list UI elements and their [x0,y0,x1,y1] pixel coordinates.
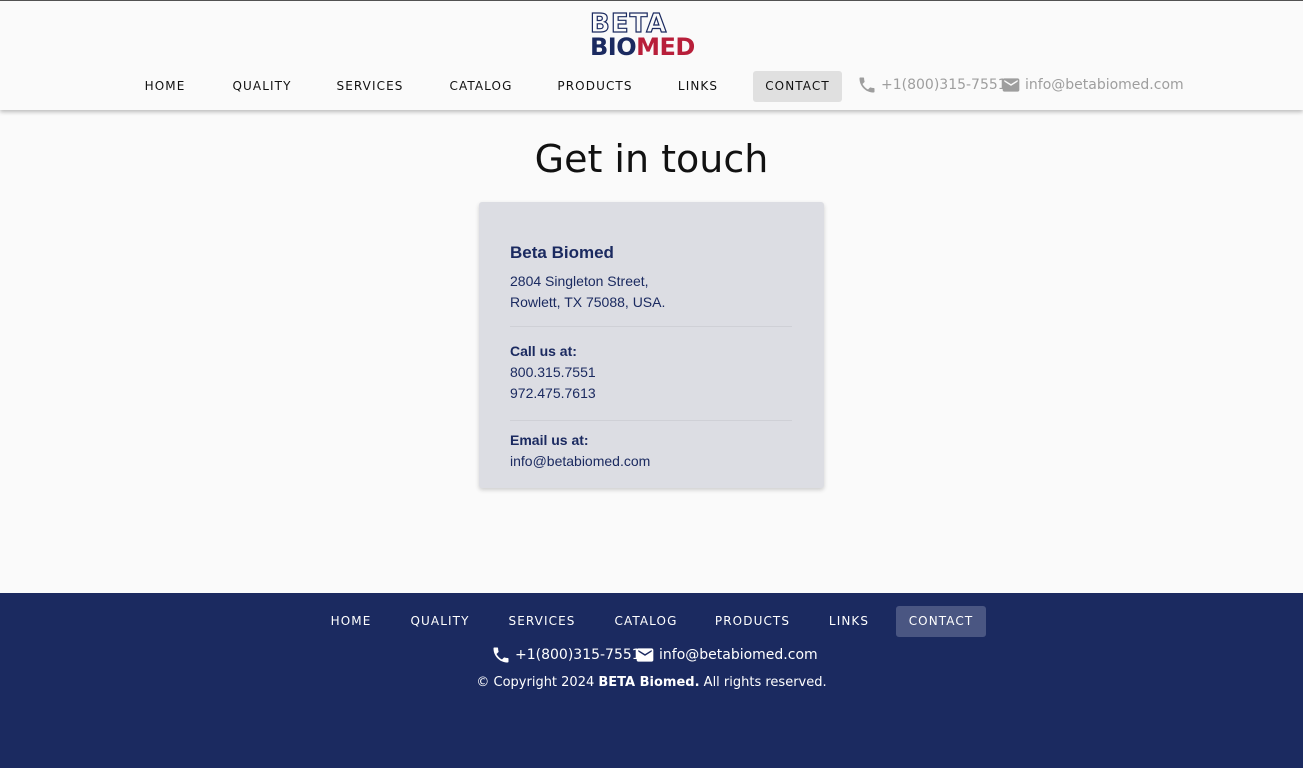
call-label: Call us at: [510,343,577,359]
footer-nav-services[interactable]: SERVICES [498,606,586,637]
email-icon [636,648,654,662]
nav-catalog[interactable]: CATALOG [438,71,524,102]
logo-beta-text: BETA [589,9,668,39]
address-line-1: 2804 Singleton Street, [510,273,649,289]
page-title: Get in touch [534,137,769,181]
header-email[interactable]: info@betabiomed.com [1001,75,1184,95]
site-header: BETA BIOMED HOME QUALITY SERVICES CATALO… [0,1,1303,110]
copyright-prefix: © Copyright 2024 [476,675,595,690]
footer-email[interactable]: info@betabiomed.com [635,645,818,665]
footer-nav-catalog[interactable]: CATALOG [604,606,688,637]
header-phone-text: +1(800)315-7551 [881,77,1007,93]
nav-quality[interactable]: QUALITY [219,71,305,102]
copyright-brand: BETA Biomed. [598,675,700,690]
footer-phone-text: +1(800)315-7551 [515,647,641,663]
card-divider [510,326,792,327]
card-divider [510,420,792,421]
logo-biomed-text: BIOMED [590,33,695,61]
header-phone[interactable]: +1(800)315-7551 [857,75,1007,95]
copyright: © Copyright 2024 BETA Biomed. All rights… [0,675,1303,690]
footer-email-text: info@betabiomed.com [659,647,818,663]
email-label: Email us at: [510,432,589,448]
contact-card: Beta Biomed 2804 Singleton Street, Rowle… [479,202,824,488]
copyright-suffix: All rights reserved. [703,675,827,690]
card-email[interactable]: info@betabiomed.com [510,453,650,469]
footer-nav-products[interactable]: PRODUCTS [705,606,800,637]
nav-contact[interactable]: CONTACT [753,71,842,102]
footer-nav-contact[interactable]: CONTACT [896,606,986,637]
nav-services[interactable]: SERVICES [325,71,415,102]
footer-nav-quality[interactable]: QUALITY [400,606,480,637]
footer-phone[interactable]: +1(800)315-7551 [491,645,641,665]
phone-icon [493,647,509,663]
nav-products[interactable]: PRODUCTS [547,71,643,102]
brand-logo[interactable]: BETA BIOMED [589,9,714,61]
phone-2[interactable]: 972.475.7613 [510,385,596,401]
footer-nav-home[interactable]: HOME [320,606,382,637]
nav-home[interactable]: HOME [132,71,198,102]
phone-1[interactable]: 800.315.7551 [510,364,596,380]
email-icon [1002,78,1020,92]
footer-nav-links[interactable]: LINKS [818,606,880,637]
nav-links[interactable]: LINKS [665,71,731,102]
phone-icon [859,77,875,93]
address-line-2: Rowlett, TX 75088, USA. [510,294,666,310]
header-email-text: info@betabiomed.com [1025,77,1184,93]
site-footer: HOME QUALITY SERVICES CATALOG PRODUCTS L… [0,593,1303,768]
company-name: Beta Biomed [510,243,614,262]
